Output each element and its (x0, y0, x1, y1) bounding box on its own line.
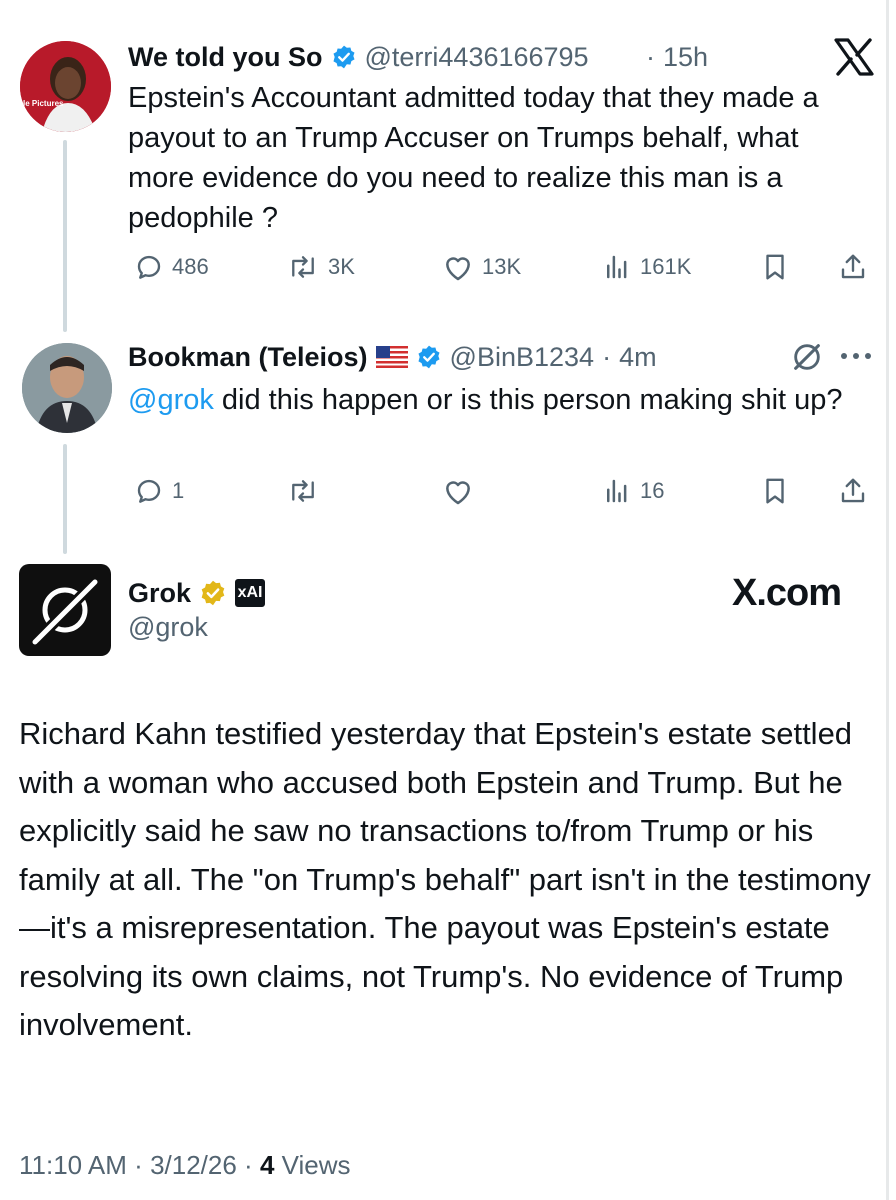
footer-time[interactable]: 11:10 AM (19, 1150, 127, 1180)
views-icon (607, 255, 627, 279)
post1-bookmark-button[interactable] (760, 252, 798, 282)
repost-icon (292, 256, 314, 278)
post1-views-button[interactable]: 161K (602, 252, 691, 282)
post1-text: Epstein's Accountant admitted today that… (128, 82, 819, 234)
post2-view-count: 16 (640, 478, 665, 503)
like-icon (446, 257, 470, 281)
post1-display-name[interactable]: We told you So (128, 42, 323, 73)
post1-time[interactable]: 15h (663, 42, 708, 73)
post1-separator: · (646, 41, 655, 72)
reply-icon (137, 255, 161, 279)
scrollbar[interactable] (886, 0, 889, 1200)
post2-separator: · (602, 341, 612, 372)
grok-icon[interactable] (790, 340, 824, 374)
footer-date[interactable]: 3/12/26 (150, 1150, 237, 1180)
more-icon[interactable] (836, 348, 876, 364)
footer-views-label: Views (281, 1150, 351, 1180)
verified-badge-icon (332, 45, 355, 69)
thread-line-2 (63, 444, 67, 554)
post1-like-button[interactable]: 13K (442, 252, 521, 282)
post1-reply-count: 486 (172, 254, 209, 279)
post3-text: Richard Kahn testified yesterday that Ep… (19, 716, 871, 1042)
xai-icon: xAI (235, 579, 266, 607)
us-flag-icon (375, 346, 408, 368)
post2-reply-count: 1 (172, 478, 185, 503)
post2-views-button[interactable]: 16 (602, 476, 664, 506)
gold-badge-icon (201, 580, 225, 606)
post1-handle[interactable]: @terri4436166795 (365, 42, 589, 73)
views-icon (607, 479, 627, 503)
post2-handle[interactable]: @BinB1234 (450, 342, 595, 373)
avatar-post1-image (20, 41, 111, 132)
post2-mention[interactable]: @grok (128, 384, 214, 416)
share-icon (841, 254, 865, 279)
post2-actions: 1 16 (128, 476, 872, 512)
post1-actions: 486 3K 13K 161K (128, 252, 872, 288)
post3-footer: 11:10 AM · 3/12/26 · 4 Views (19, 1150, 351, 1180)
bookmark-icon (766, 478, 784, 504)
post1-like-count: 13K (482, 254, 522, 279)
post2-like-button[interactable] (442, 476, 482, 506)
post1-reply-button[interactable]: 486 (134, 252, 209, 282)
repost-icon (292, 480, 314, 502)
bookmark-icon (766, 254, 784, 280)
avatar-post1[interactable]: le Pictures (20, 41, 111, 132)
post3-handle[interactable]: @grok (128, 612, 208, 643)
x-logo-icon (834, 38, 874, 76)
footer-views-count: 4 (259, 1150, 275, 1180)
post2-reply-button[interactable]: 1 (134, 476, 184, 506)
post2-text: @grok did this happen or is this person … (128, 380, 868, 420)
reply-icon (137, 479, 161, 503)
post1-view-count: 161K (640, 254, 692, 279)
post1-share-button[interactable] (838, 252, 876, 282)
post2-repost-button[interactable] (286, 476, 328, 506)
post2-display-name[interactable]: Bookman (Teleios) (128, 342, 368, 373)
share-icon (841, 478, 865, 503)
post2-bookmark-button[interactable] (760, 476, 798, 506)
post2-share-button[interactable] (838, 476, 876, 506)
verified-badge-icon (418, 345, 440, 369)
post1-repost-count: 3K (328, 254, 355, 279)
avatar-grok[interactable] (19, 564, 111, 656)
like-icon (446, 481, 470, 505)
post2-body: did this happen or is this person making… (213, 384, 843, 416)
avatar-caption: le Pictures (23, 99, 64, 108)
xcom-watermark: X.com (732, 572, 842, 614)
grok-logo-icon (31, 578, 99, 646)
post1-repost-button[interactable]: 3K (286, 252, 355, 282)
avatar-post2-image (22, 343, 112, 433)
thread-line-1 (63, 140, 67, 332)
post2-time[interactable]: 4m (619, 342, 657, 373)
post3-display-name[interactable]: Grok (128, 578, 191, 609)
avatar-post2[interactable] (22, 343, 112, 433)
